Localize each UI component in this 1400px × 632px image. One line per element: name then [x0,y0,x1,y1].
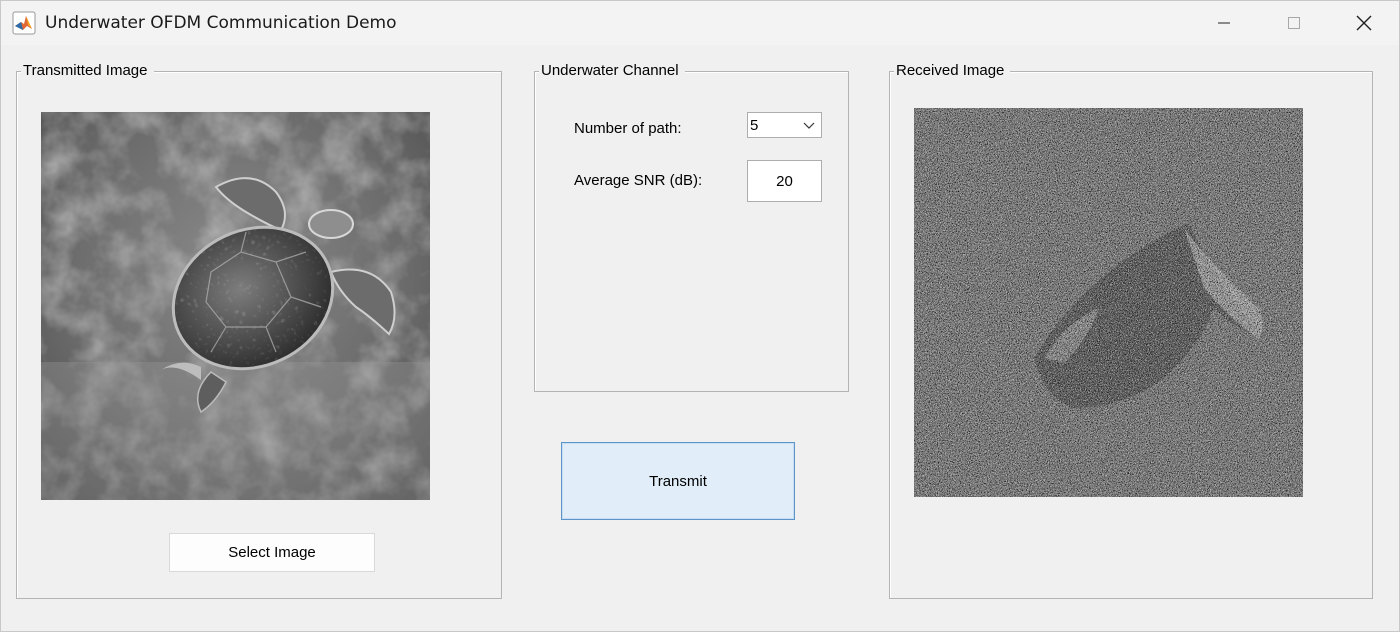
close-icon [1356,15,1372,31]
close-button[interactable] [1329,1,1399,45]
app-window: Underwater OFDM Communication Demo Trans… [0,0,1400,632]
panel-title: Received Image [894,62,1011,80]
chevron-down-icon [803,122,815,129]
panel-title: Transmitted Image [21,62,154,80]
minimize-icon [1218,22,1230,24]
minimize-button[interactable] [1189,1,1259,45]
number-of-path-dropdown[interactable]: 5 [747,112,822,138]
transmitted-image [41,112,430,500]
number-of-path-label: Number of path: [574,120,682,137]
received-image [914,108,1303,497]
average-snr-input[interactable] [747,160,822,202]
transmit-button[interactable]: Transmit [561,442,795,520]
panel-title: Underwater Channel [539,62,685,80]
maximize-button[interactable] [1259,1,1329,45]
title-bar[interactable]: Underwater OFDM Communication Demo [1,1,1399,45]
dropdown-value: 5 [750,116,759,134]
maximize-icon [1288,17,1300,29]
matlab-logo-icon [12,11,36,35]
average-snr-label: Average SNR (dB): [574,172,703,189]
select-image-button[interactable]: Select Image [169,533,375,572]
window-title: Underwater OFDM Communication Demo [45,13,397,33]
